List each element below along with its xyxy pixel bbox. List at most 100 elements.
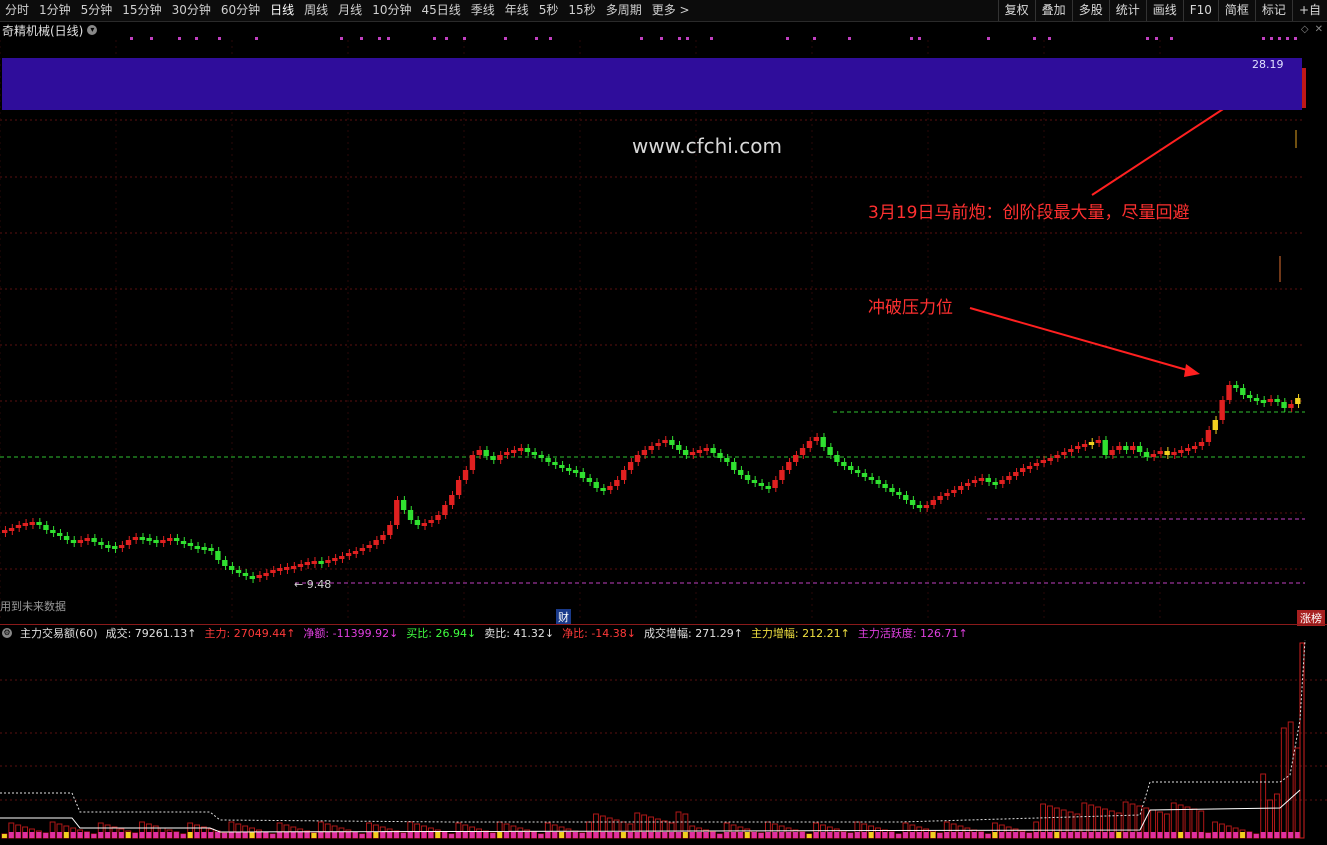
candle-body-98 xyxy=(676,445,682,450)
ind-subbar-79 xyxy=(545,832,551,838)
candle-body-34 xyxy=(235,570,242,573)
ind-subbar-43 xyxy=(297,832,303,838)
candle-body-128 xyxy=(882,484,888,488)
indicator-field-3: 买比: 26.94↓ xyxy=(406,627,477,640)
candle-body-49 xyxy=(339,556,345,559)
ind-subbar-38 xyxy=(263,832,269,838)
candle-body-53 xyxy=(366,545,372,548)
candle-body-174 xyxy=(1198,442,1205,446)
ind-subbar-71 xyxy=(490,833,496,838)
candle-body-115 xyxy=(793,455,799,462)
candle-body-144 xyxy=(992,482,998,485)
candle-body-176 xyxy=(1212,420,1218,430)
candle-body-48 xyxy=(332,558,338,561)
ind-subbar-122 xyxy=(841,832,847,838)
ind-subbar-110 xyxy=(758,833,764,838)
settings-icon[interactable]: ⚙ xyxy=(2,628,12,638)
candle-body-61 xyxy=(421,523,427,526)
ind-subbar-54 xyxy=(373,832,379,838)
candle-body-173 xyxy=(1191,446,1198,449)
max-price-label: 28.19 xyxy=(1252,58,1284,71)
ind-subbar-154 xyxy=(1061,832,1067,838)
ind-subbar-182 xyxy=(1253,834,1259,838)
candle-body-110 xyxy=(758,483,764,486)
signal-dot-26 xyxy=(987,37,990,40)
signal-dot-0 xyxy=(130,37,133,40)
ind-subbar-132 xyxy=(909,832,915,838)
candle-body-68 xyxy=(469,455,476,470)
ind-subbar-23 xyxy=(160,832,166,838)
candle-body-92 xyxy=(634,455,641,462)
indicator-header: ⚙ 主力交易额(60) 成交: 79261.13↑ 主力: 27049.44↑ 净额… xyxy=(0,624,1327,641)
candle-body-114 xyxy=(786,462,792,470)
candle-body-77 xyxy=(531,452,538,455)
indicator-field-7: 主力增幅: 212.21↑ xyxy=(750,627,850,640)
signal-dot-33 xyxy=(1270,37,1273,40)
candle-body-10 xyxy=(70,540,77,543)
ind-subbar-179 xyxy=(1233,832,1239,838)
candle-body-88 xyxy=(607,486,613,490)
ind-subbar-142 xyxy=(978,832,984,838)
ind-subbar-162 xyxy=(1116,832,1122,838)
ind-subbar-141 xyxy=(971,832,977,838)
ind-subbar-0 xyxy=(2,834,7,838)
ind-subbar-130 xyxy=(896,834,902,838)
signal-dot-17 xyxy=(660,37,663,40)
ind-subbar-161 xyxy=(1109,832,1115,838)
finance-badge[interactable]: 财 xyxy=(556,609,571,625)
ind-subbar-112 xyxy=(772,832,778,838)
ind-subbar-25 xyxy=(173,832,179,838)
ind-subbar-39 xyxy=(270,834,276,838)
signal-dot-15 xyxy=(549,37,552,40)
candle-body-147 xyxy=(1013,472,1019,476)
kline-chart[interactable] xyxy=(0,0,1327,845)
ind-subbar-126 xyxy=(868,832,874,838)
ind-subbar-134 xyxy=(923,832,929,838)
indicator-name[interactable]: 主力交易额(60) xyxy=(20,625,98,641)
candle-body-119 xyxy=(820,437,826,447)
ind-subbar-116 xyxy=(799,832,805,838)
candle-body-1 xyxy=(8,528,15,531)
ind-subbar-33 xyxy=(228,832,234,838)
signal-dot-30 xyxy=(1155,37,1158,40)
ind-subbar-91 xyxy=(627,832,633,838)
ind-subbar-85 xyxy=(586,832,592,838)
candle-body-131 xyxy=(903,495,909,500)
candle-body-32 xyxy=(222,560,228,566)
candle-body-73 xyxy=(504,452,510,455)
candle-body-155 xyxy=(1068,449,1074,452)
ind-subbar-175 xyxy=(1205,833,1211,838)
candle-body-163 xyxy=(1123,446,1129,450)
candle-body-71 xyxy=(490,456,496,460)
ind-subbar-184 xyxy=(1267,832,1273,838)
ind-subbar-140 xyxy=(964,832,970,838)
ind-subbar-118 xyxy=(813,832,819,838)
candle-body-140 xyxy=(964,483,971,486)
candle-body-120 xyxy=(827,447,833,455)
ind-subbar-125 xyxy=(861,832,867,838)
candle-body-47 xyxy=(325,560,331,563)
signal-dot-2 xyxy=(178,37,181,40)
ind-subbar-173 xyxy=(1191,832,1197,838)
candle-body-39 xyxy=(270,570,276,573)
ind-subbar-76 xyxy=(524,832,530,838)
ind-subbar-107 xyxy=(737,832,743,838)
ind-subbar-64 xyxy=(442,832,448,838)
candle-body-186 xyxy=(1281,402,1287,408)
signal-dot-21 xyxy=(786,37,789,40)
ind-subbar-2 xyxy=(15,832,21,838)
ind-subbar-60 xyxy=(414,832,420,838)
ind-bar-183 xyxy=(1260,773,1267,839)
candle-body-129 xyxy=(889,488,895,492)
ind-subbar-174 xyxy=(1198,832,1204,838)
ind-subbar-75 xyxy=(517,832,523,838)
ind-subbar-53 xyxy=(366,832,372,838)
candle-body-29 xyxy=(201,547,207,550)
ind-subbar-34 xyxy=(235,832,241,838)
arrow-breakout-head xyxy=(1184,364,1200,377)
candle-body-130 xyxy=(896,492,902,495)
candle-body-96 xyxy=(662,440,668,443)
candle-body-179 xyxy=(1233,385,1239,388)
candle-body-4 xyxy=(29,522,35,525)
signal-dot-10 xyxy=(433,37,436,40)
